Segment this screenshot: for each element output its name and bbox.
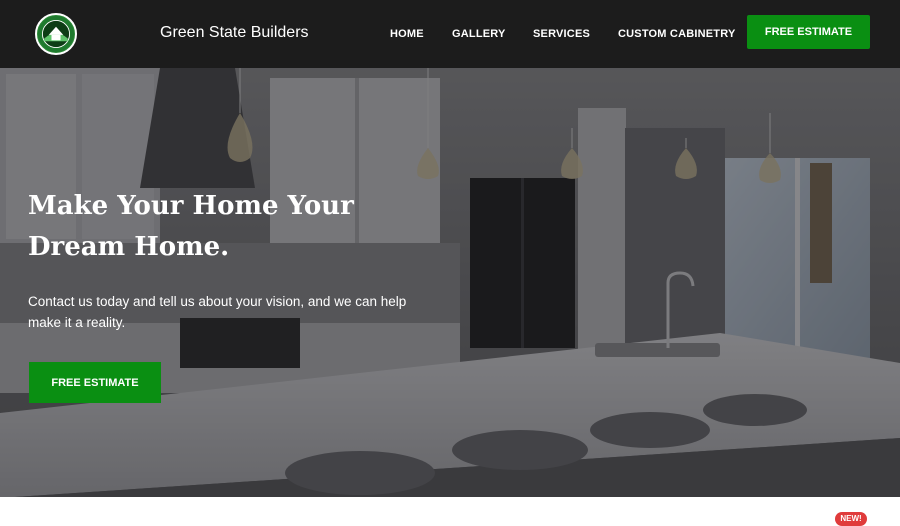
brand-name[interactable]: Green State Builders [160, 24, 309, 42]
hero-subtitle: Contact us today and tell us about your … [28, 294, 407, 330]
brand-logo-icon[interactable] [35, 13, 77, 55]
nav-services[interactable]: SERVICES [533, 28, 590, 40]
new-badge[interactable]: NEW! [835, 512, 867, 526]
hero-dark-overlay [0, 68, 900, 497]
hero-title: Make Your Home Your Dream Home. [28, 191, 354, 262]
site-header: Green State Builders HOME GALLERY SERVIC… [0, 0, 900, 68]
nav-home[interactable]: HOME [390, 28, 424, 40]
free-estimate-nav-button[interactable]: FREE ESTIMATE [747, 15, 870, 49]
nav-gallery[interactable]: GALLERY [452, 28, 506, 40]
free-estimate-hero-button[interactable]: FREE ESTIMATE [29, 362, 161, 403]
hero-section: Make Your Home Your Dream Home. Contact … [0, 68, 900, 497]
nav-custom-cabinetry[interactable]: CUSTOM CABINETRY [618, 28, 735, 40]
